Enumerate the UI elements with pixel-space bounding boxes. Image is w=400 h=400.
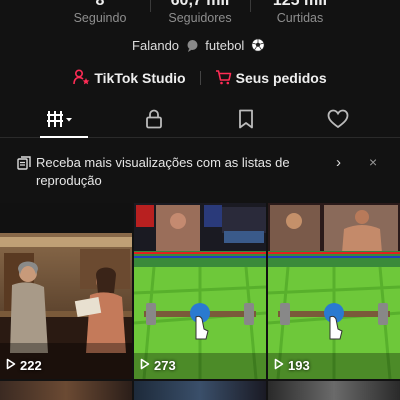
following-label: Seguindo bbox=[73, 11, 127, 25]
likes-label: Curtidas bbox=[276, 11, 324, 25]
play-icon bbox=[140, 358, 150, 373]
profile-bio: Falando futebol bbox=[0, 38, 400, 55]
stat-following[interactable]: 8 Seguindo bbox=[45, 0, 155, 26]
likes-count: 125 mil bbox=[272, 0, 328, 9]
video-thumbnail-image bbox=[134, 203, 266, 379]
tab-private[interactable] bbox=[104, 104, 204, 138]
soccer-ball-icon bbox=[251, 38, 265, 55]
followers-label: Seguidores bbox=[168, 11, 232, 25]
bookmark-icon bbox=[238, 109, 254, 134]
video-thumbnail[interactable] bbox=[268, 381, 400, 400]
video-grid: 222 273 193 bbox=[0, 203, 400, 400]
profile-links: TikTok Studio Seus pedidos bbox=[0, 68, 400, 88]
video-thumbnail[interactable]: 193 bbox=[268, 203, 400, 379]
video-thumbnail[interactable]: 222 bbox=[0, 203, 132, 379]
stat-followers[interactable]: 60,7 mil Seguidores bbox=[145, 0, 255, 26]
playlist-banner[interactable]: Receba mais visualizações com as listas … bbox=[0, 152, 400, 194]
video-thumbnail[interactable] bbox=[0, 381, 132, 400]
cart-icon bbox=[215, 69, 232, 88]
person-star-icon bbox=[73, 68, 90, 88]
bio-prefix: Falando bbox=[132, 38, 180, 53]
following-count: 8 bbox=[95, 0, 105, 9]
tab-liked[interactable] bbox=[288, 104, 388, 138]
bio-suffix: futebol bbox=[205, 38, 245, 53]
video-thumbnail-image bbox=[268, 203, 400, 379]
tiktok-studio-label: TikTok Studio bbox=[94, 70, 186, 86]
speech-bubble-icon bbox=[186, 39, 199, 55]
view-count-value: 273 bbox=[154, 358, 176, 373]
active-tab-indicator bbox=[40, 136, 88, 138]
view-count-value: 222 bbox=[20, 358, 42, 373]
view-count-value: 193 bbox=[288, 358, 310, 373]
chevron-right-icon[interactable]: › bbox=[336, 154, 341, 171]
video-thumbnail[interactable] bbox=[134, 381, 266, 400]
heart-icon bbox=[327, 109, 349, 134]
video-thumbnail[interactable]: 273 bbox=[134, 203, 266, 379]
links-divider bbox=[199, 71, 201, 85]
followers-count: 60,7 mil bbox=[170, 0, 230, 9]
video-thumbnail-image bbox=[0, 203, 132, 379]
stat-likes[interactable]: 125 mil Curtidas bbox=[245, 0, 355, 26]
view-count: 273 bbox=[140, 358, 176, 373]
view-count: 222 bbox=[6, 358, 42, 373]
profile-tabs bbox=[0, 104, 400, 138]
orders-label: Seus pedidos bbox=[235, 70, 327, 86]
tab-videos[interactable] bbox=[10, 104, 110, 138]
grid-icon bbox=[46, 109, 74, 134]
banner-text: Receba mais visualizações com as listas … bbox=[36, 155, 290, 188]
lock-icon bbox=[145, 109, 163, 134]
playlist-icon bbox=[17, 156, 31, 175]
close-icon[interactable]: × bbox=[369, 154, 377, 170]
tab-saved[interactable] bbox=[196, 104, 296, 138]
play-icon bbox=[274, 358, 284, 373]
profile-stats: 8 Seguindo 60,7 mil Seguidores 125 mil C… bbox=[0, 0, 400, 32]
view-count: 193 bbox=[274, 358, 310, 373]
orders-link[interactable]: Seus pedidos bbox=[215, 69, 327, 88]
play-icon bbox=[6, 358, 16, 373]
tiktok-studio-link[interactable]: TikTok Studio bbox=[73, 68, 186, 88]
